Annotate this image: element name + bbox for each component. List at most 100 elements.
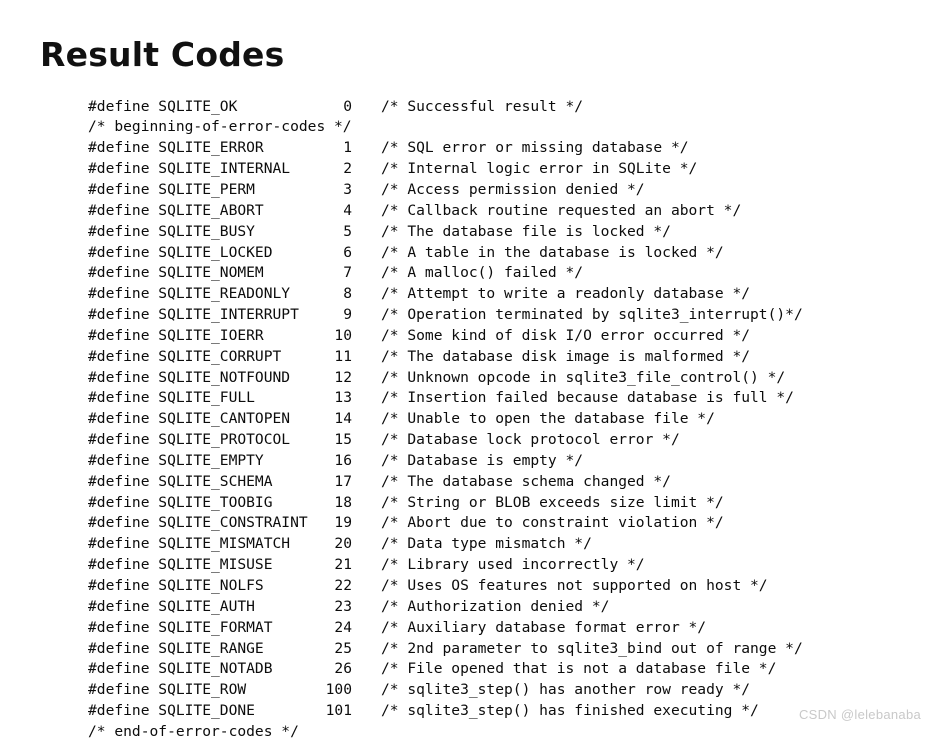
- code-line-define: #define SQLITE_BUSY 5 /* The database file…: [88, 222, 803, 243]
- define-value: 25: [334, 639, 352, 657]
- define-name: #define SQLITE_OK: [88, 97, 238, 115]
- page-title: Result Codes: [40, 35, 285, 75]
- code-line-define: #define SQLITE_IOERR 10 /* Some kind of di…: [88, 326, 803, 347]
- define-name: #define SQLITE_FULL: [88, 389, 255, 407]
- code-line-define: #define SQLITE_FULL 13 /* Insertion failed…: [88, 388, 803, 409]
- define-comment: /* Insertion failed because database is …: [381, 389, 794, 407]
- define-name: #define SQLITE_NOTFOUND: [88, 368, 291, 386]
- define-name: #define SQLITE_IOERR: [88, 326, 264, 344]
- code-line-define: #define SQLITE_NOTFOUND 12 /* Unknown opco…: [88, 368, 803, 389]
- define-comment: /* Abort due to constraint violation */: [381, 514, 724, 532]
- define-comment: /* Internal logic error in SQLite */: [381, 160, 698, 178]
- define-name: #define SQLITE_RANGE: [88, 639, 264, 657]
- result-codes-code-block: #define SQLITE_OK 0 /* Successful result *…: [88, 97, 803, 743]
- define-name: #define SQLITE_BUSY: [88, 222, 255, 240]
- define-value: 12: [334, 368, 352, 386]
- define-value: 0: [343, 97, 352, 115]
- define-name: #define SQLITE_DONE: [88, 702, 255, 720]
- define-comment: /* Unable to open the database file */: [381, 410, 715, 428]
- code-line-define: #define SQLITE_ROW 100 /* sqlite3_step() h…: [88, 680, 803, 701]
- define-value: 23: [334, 597, 352, 615]
- define-name: #define SQLITE_LOCKED: [88, 243, 273, 261]
- code-line-define: #define SQLITE_CANTOPEN 14 /* Unable to op…: [88, 409, 803, 430]
- define-value: 6: [343, 243, 352, 261]
- code-line-define: #define SQLITE_NOMEM 7 /* A malloc() faile…: [88, 263, 803, 284]
- code-line-define: #define SQLITE_NOTADB 26 /* File opened th…: [88, 659, 803, 680]
- code-line-define: #define SQLITE_DONE 101 /* sqlite3_step() …: [88, 701, 803, 722]
- define-value: 22: [334, 577, 352, 594]
- define-comment: /* 2nd parameter to sqlite3_bind out of …: [381, 639, 803, 657]
- define-name: #define SQLITE_NOMEM: [88, 264, 264, 282]
- define-name: #define SQLITE_ROW: [88, 681, 247, 699]
- define-name: #define SQLITE_INTERNAL: [88, 160, 291, 178]
- define-value: 3: [343, 180, 352, 198]
- code-line-define: #define SQLITE_CONSTRAINT 19 /* Abort due …: [88, 513, 803, 534]
- define-value: 101: [325, 702, 352, 720]
- code-line-define: #define SQLITE_SCHEMA 17 /* The database s…: [88, 472, 803, 493]
- code-line-define: #define SQLITE_CORRUPT 11 /* The database …: [88, 347, 803, 368]
- define-comment: /* sqlite3_step() has another row ready …: [381, 681, 751, 699]
- define-comment: /* sqlite3_step() has finished executing…: [381, 702, 759, 720]
- define-name: #define SQLITE_CANTOPEN: [88, 410, 291, 428]
- define-value: 16: [334, 451, 352, 469]
- define-name: #define SQLITE_INTERRUPT: [88, 306, 299, 324]
- define-value: 26: [334, 660, 352, 678]
- define-comment: /* Successful result */: [381, 97, 584, 115]
- code-line-define: #define SQLITE_ABORT 4 /* Callback routine…: [88, 201, 803, 222]
- define-comment: /* File opened that is not a database fi…: [381, 660, 777, 678]
- define-value: 7: [343, 264, 352, 282]
- code-line-define: #define SQLITE_ERROR 1 /* SQL error or mis…: [88, 138, 803, 159]
- define-comment: /* Library used incorrectly */: [381, 556, 645, 574]
- define-name: #define SQLITE_NOLFS: [88, 577, 264, 594]
- define-name: #define SQLITE_MISUSE: [88, 556, 273, 574]
- define-value: 4: [343, 201, 352, 219]
- define-name: #define SQLITE_FORMAT: [88, 618, 273, 636]
- define-comment: /* Database is empty */: [381, 451, 584, 469]
- define-name: #define SQLITE_READONLY: [88, 285, 291, 303]
- define-value: 17: [334, 472, 352, 490]
- code-line-define: #define SQLITE_INTERNAL 2 /* Internal logi…: [88, 159, 803, 180]
- standalone-comment: /* beginning-of-error-codes */: [88, 118, 352, 136]
- define-name: #define SQLITE_AUTH: [88, 597, 255, 615]
- define-value: 13: [334, 389, 352, 407]
- code-line-comment: /* beginning-of-error-codes */: [88, 117, 803, 138]
- define-comment: /* Access permission denied */: [381, 180, 645, 198]
- define-name: #define SQLITE_EMPTY: [88, 451, 264, 469]
- define-value: 2: [343, 160, 352, 178]
- define-value: 5: [343, 222, 352, 240]
- define-value: 20: [334, 535, 352, 553]
- define-comment: /* Attempt to write a readonly database …: [381, 285, 751, 303]
- define-value: 8: [343, 285, 352, 303]
- define-name: #define SQLITE_PERM: [88, 180, 255, 198]
- define-comment: /* Callback routine requested an abort *…: [381, 201, 742, 219]
- code-line-comment: /* end-of-error-codes */: [88, 722, 803, 743]
- define-value: 14: [334, 410, 352, 428]
- define-comment: /* The database schema changed */: [381, 472, 671, 490]
- code-line-define: #define SQLITE_INTERRUPT 9 /* Operation te…: [88, 305, 803, 326]
- define-name: #define SQLITE_NOTADB: [88, 660, 273, 678]
- define-value: 18: [334, 493, 352, 511]
- define-value: 100: [325, 681, 352, 699]
- define-value: 1: [343, 139, 352, 157]
- code-line-define: #define SQLITE_TOOBIG 18 /* String or BLOB…: [88, 493, 803, 514]
- define-value: 9: [343, 306, 352, 324]
- define-comment: /* Uses OS features not supported on hos…: [381, 577, 768, 594]
- define-comment: /* The database file is locked */: [381, 222, 671, 240]
- define-comment: /* Authorization denied */: [381, 597, 610, 615]
- code-line-define: #define SQLITE_MISUSE 21 /* Library used i…: [88, 555, 803, 576]
- code-line-define: #define SQLITE_FORMAT 24 /* Auxiliary data…: [88, 618, 803, 639]
- define-name: #define SQLITE_SCHEMA: [88, 472, 273, 490]
- define-value: 15: [334, 431, 352, 449]
- define-name: #define SQLITE_CORRUPT: [88, 347, 282, 365]
- define-comment: /* Database lock protocol error */: [381, 431, 680, 449]
- code-line-define: #define SQLITE_PROTOCOL 15 /* Database loc…: [88, 430, 803, 451]
- define-value: 21: [334, 556, 352, 574]
- standalone-comment: /* end-of-error-codes */: [88, 722, 299, 740]
- define-comment: /* SQL error or missing database */: [381, 139, 689, 157]
- define-comment: /* String or BLOB exceeds size limit */: [381, 493, 724, 511]
- define-name: #define SQLITE_ERROR: [88, 139, 264, 157]
- code-line-define: #define SQLITE_NOLFS 22 /* Uses OS feature…: [88, 576, 803, 597]
- define-comment: /* Some kind of disk I/O error occurred …: [381, 326, 751, 344]
- define-name: #define SQLITE_TOOBIG: [88, 493, 273, 511]
- code-line-define: #define SQLITE_OK 0 /* Successful result *…: [88, 97, 803, 118]
